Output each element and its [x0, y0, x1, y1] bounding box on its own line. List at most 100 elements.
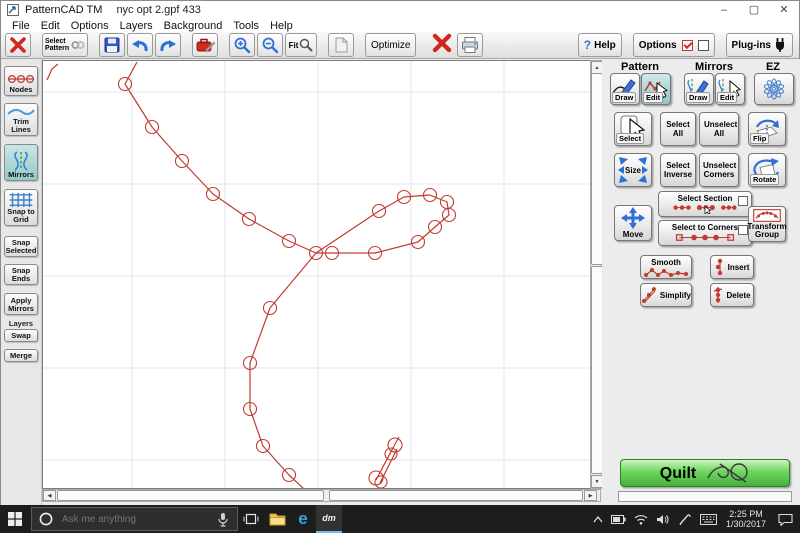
- unselect-all-button[interactable]: Unselect All: [699, 112, 739, 146]
- redo-icon: [158, 36, 178, 54]
- menu-layers[interactable]: Layers: [120, 20, 153, 32]
- undo-button[interactable]: [127, 33, 153, 57]
- select-to-corners-button[interactable]: Select to Corners: [658, 220, 752, 246]
- task-view-button[interactable]: [238, 505, 264, 533]
- edge-browser-button[interactable]: e: [290, 505, 316, 533]
- smooth-icon: [644, 267, 688, 277]
- merge-button[interactable]: Merge: [4, 349, 38, 362]
- red-x-icon: [9, 36, 27, 54]
- menu-tools[interactable]: Tools: [233, 20, 259, 32]
- zoom-out-button[interactable]: [257, 33, 283, 57]
- save-button[interactable]: [99, 33, 125, 57]
- optimize-button[interactable]: Optimize: [365, 33, 416, 57]
- help-button[interactable]: ? Help: [578, 33, 622, 57]
- battery-indicator[interactable]: [608, 515, 630, 524]
- menu-file[interactable]: File: [12, 20, 30, 32]
- rotate-button[interactable]: Rotate: [748, 153, 786, 187]
- insert-button[interactable]: Insert: [710, 255, 754, 279]
- volume-indicator[interactable]: [652, 514, 674, 525]
- select-button[interactable]: Select: [614, 112, 652, 146]
- new-page-button[interactable]: [328, 33, 354, 57]
- cortana-icon: [38, 511, 54, 527]
- plug-icon: [773, 37, 787, 53]
- flip-button[interactable]: Flip: [748, 112, 786, 146]
- snap-to-grid-button[interactable]: Snap to Grid: [4, 189, 38, 226]
- zoom-in-button[interactable]: [229, 33, 255, 57]
- ez-button[interactable]: [754, 73, 794, 105]
- select-section-checkbox[interactable]: [738, 196, 748, 206]
- size-button[interactable]: Size: [614, 153, 652, 187]
- redo-button[interactable]: [155, 33, 181, 57]
- cortana-search-box[interactable]: [31, 507, 238, 531]
- vertical-scrollbar[interactable]: ▲ ▼: [590, 60, 602, 489]
- pattern-canvas[interactable]: [42, 60, 591, 489]
- select-pattern-button[interactable]: Select Pattern: [42, 33, 88, 57]
- menu-options[interactable]: Options: [71, 20, 109, 32]
- print-button[interactable]: [457, 33, 483, 57]
- pattern-draw-button[interactable]: Draw: [610, 73, 640, 105]
- pattern-edit-button[interactable]: Edit: [641, 73, 671, 105]
- touch-keyboard-indicator[interactable]: [696, 514, 722, 525]
- smooth-button[interactable]: Smooth: [640, 255, 692, 279]
- scroll-right-icon[interactable]: ▶: [584, 490, 597, 501]
- unselect-corners-button[interactable]: Unselect Corners: [699, 153, 739, 187]
- delete-button[interactable]: Delete: [710, 283, 754, 307]
- options-button[interactable]: Options: [633, 33, 715, 57]
- simplify-button[interactable]: Simplify: [640, 283, 692, 307]
- tray-expand-button[interactable]: [588, 516, 608, 523]
- options-checkbox-empty[interactable]: [698, 40, 709, 51]
- apply-mirrors-button[interactable]: Apply Mirrors: [4, 293, 38, 315]
- wifi-indicator[interactable]: [630, 514, 652, 525]
- hscroll-thumb-right[interactable]: [329, 490, 583, 501]
- microphone-icon[interactable]: [217, 512, 229, 527]
- horizontal-scrollbar[interactable]: ◀ ▶: [42, 489, 601, 502]
- mirrors-edit-button[interactable]: Edit: [715, 73, 745, 105]
- tool-panel: Pattern Mirrors EZ Draw Edit: [602, 59, 800, 506]
- move-button[interactable]: Move: [614, 205, 652, 241]
- options-checkbox-checked[interactable]: [682, 40, 693, 51]
- menu-background[interactable]: Background: [164, 20, 223, 32]
- trim-lines-button[interactable]: Trim Lines: [4, 103, 38, 136]
- close-icon[interactable]: ✕: [769, 1, 799, 19]
- main-toolbar: Select Pattern: [1, 32, 799, 59]
- search-input[interactable]: [60, 513, 204, 526]
- menu-edit[interactable]: Edit: [41, 20, 60, 32]
- maximize-icon[interactable]: ▢: [739, 1, 769, 19]
- scroll-left-icon[interactable]: ◀: [43, 490, 56, 501]
- clock[interactable]: 2:25 PM 1/30/2017: [726, 509, 766, 529]
- action-center-button[interactable]: [770, 513, 800, 526]
- exit-button[interactable]: [5, 33, 31, 57]
- minimize-icon[interactable]: –: [709, 1, 739, 19]
- start-button[interactable]: [0, 505, 30, 533]
- mirrors-button[interactable]: Mirrors: [4, 144, 38, 181]
- file-explorer-button[interactable]: [264, 505, 290, 533]
- zoom-fit-button[interactable]: Fit: [285, 33, 317, 57]
- canvas-area: ▲ ▼ ◀ ▶: [41, 59, 602, 506]
- mirrors-draw-button[interactable]: Draw: [684, 73, 714, 105]
- patterncad-window: PatternCAD TM nyc opt 2.gpf 433 – ▢ ✕ Fi…: [0, 0, 800, 505]
- wifi-icon: [634, 514, 648, 525]
- app-icon: [7, 4, 19, 16]
- select-section-button[interactable]: Select Section: [658, 191, 752, 217]
- plugins-button[interactable]: Plug-ins: [726, 33, 793, 57]
- eraser-tool-button[interactable]: [192, 33, 218, 57]
- hscroll-thumb-left[interactable]: [57, 490, 324, 501]
- window-title: PatternCAD TM: [25, 4, 102, 16]
- patterncad-taskbar-button[interactable]: dm: [316, 505, 342, 533]
- select-inverse-button[interactable]: Select Inverse: [660, 153, 696, 187]
- quilt-button[interactable]: Quilt: [620, 459, 790, 487]
- select-section-icon: [669, 203, 741, 214]
- zoom-in-icon: [233, 36, 251, 54]
- menu-bar: File Edit Options Layers Background Tool…: [1, 19, 799, 33]
- pen-settings-indicator[interactable]: [674, 513, 696, 525]
- task-view-icon: [243, 512, 259, 526]
- snap-ends-button[interactable]: Snap Ends: [4, 264, 38, 285]
- select-all-button[interactable]: Select All: [660, 112, 696, 146]
- menu-help[interactable]: Help: [270, 20, 293, 32]
- transform-group-button[interactable]: Transform Group: [748, 206, 786, 242]
- swap-button[interactable]: Swap: [4, 329, 38, 342]
- layers-label: Layers: [1, 319, 41, 328]
- delete-pattern-button[interactable]: [431, 33, 453, 58]
- snap-selected-button[interactable]: Snap Selected: [4, 236, 38, 257]
- nodes-button[interactable]: Nodes: [4, 66, 38, 96]
